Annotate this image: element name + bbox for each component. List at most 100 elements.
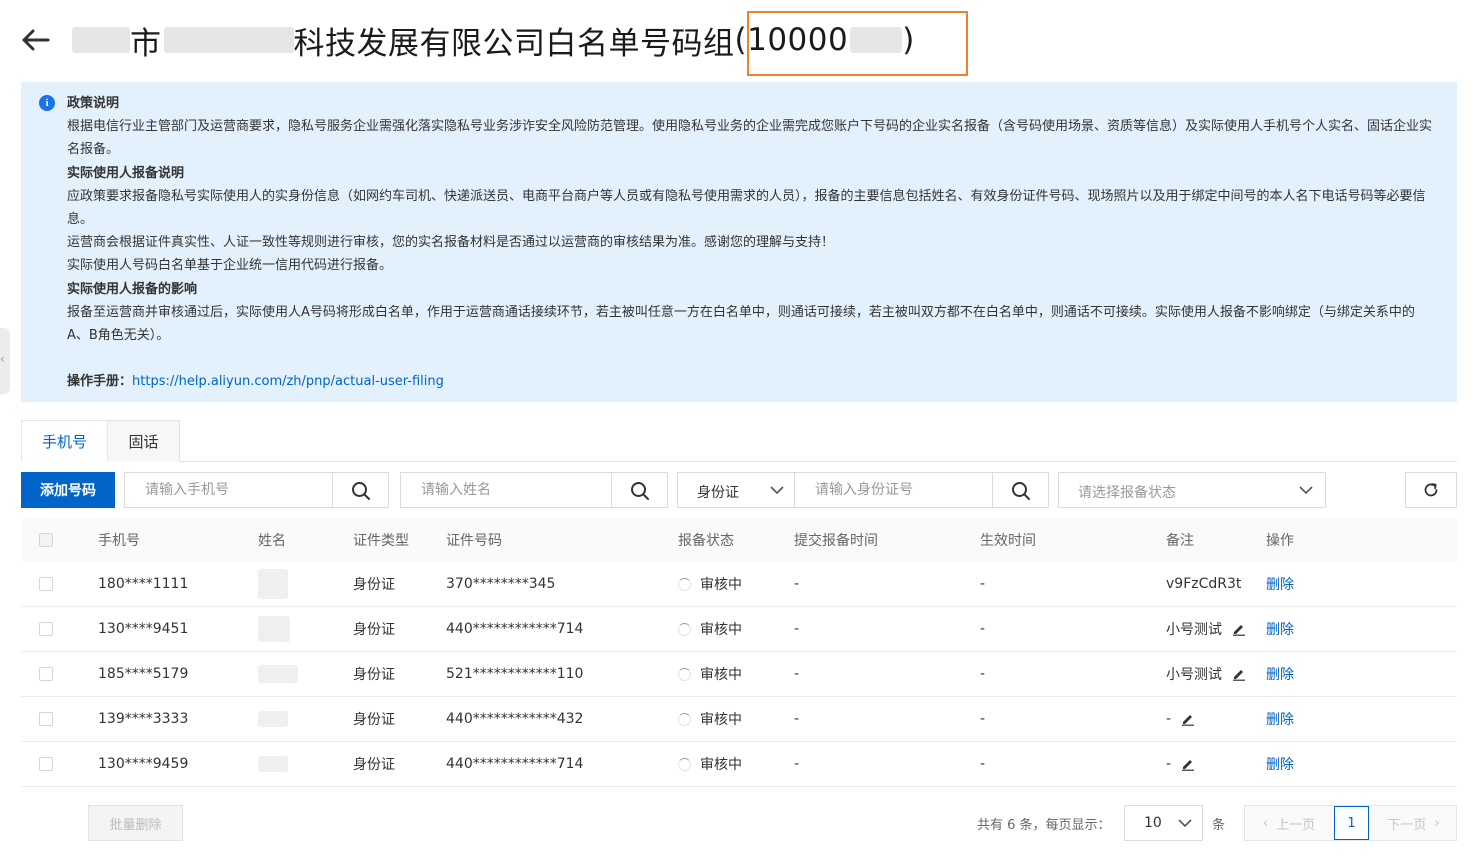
tab-bar: 手机号 固话 — [21, 420, 1457, 462]
edit-icon[interactable] — [1232, 667, 1246, 681]
notice-paragraph: 根据电信行业主管部门及运营商要求，隐私号服务企业需强化落实隐私号业务涉诈安全风险… — [67, 119, 1433, 158]
row-checkbox[interactable] — [39, 757, 53, 771]
notice-paragraph: 实际使用人号码白名单基于企业统一信用代码进行报备。 — [67, 258, 393, 274]
tab-fixed-line[interactable]: 固话 — [108, 420, 180, 462]
notice-heading: 实际使用人报备说明 — [67, 165, 185, 181]
batch-delete-button[interactable]: 批量删除 — [88, 805, 183, 841]
notice-paragraph: 应政策要求报备隐私号实际使用人的实身份信息（如网约车司机、快递派送员、电商平台商… — [67, 188, 1426, 228]
policy-notice: i 政策说明 根据电信行业主管部门及运营商要求，隐私号服务企业需强化落实隐私号业… — [21, 82, 1457, 402]
cell-phone: 180****1111 — [98, 576, 189, 592]
current-page-button[interactable]: 1 — [1334, 806, 1369, 840]
edit-icon[interactable] — [1181, 712, 1195, 726]
delete-link[interactable]: 删除 — [1266, 754, 1294, 774]
back-arrow-icon[interactable] — [18, 24, 52, 56]
select-all-checkbox[interactable] — [39, 533, 53, 547]
cell-submit-time: - — [794, 576, 800, 592]
cell-effect-time: - — [980, 711, 986, 727]
table-row: 139****3333 身份证 440************432 审核中 -… — [21, 697, 1457, 742]
cell-id-number: 440************714 — [446, 756, 584, 772]
cell-effect-time: - — [980, 576, 986, 592]
cell-submit-time: - — [794, 666, 800, 682]
total-count-text: 共有 6 条，每页显示： — [977, 818, 1111, 833]
delete-link[interactable]: 删除 — [1266, 574, 1294, 594]
table-row: 185****5179 身份证 521************110 审核中 -… — [21, 652, 1457, 697]
id-search-input[interactable] — [795, 473, 993, 507]
header-name: 姓名 — [258, 533, 286, 549]
cell-remark: 小号测试 — [1166, 622, 1222, 638]
search-icon — [352, 482, 370, 500]
table-row: 130****9451 身份证 440************714 审核中 -… — [21, 607, 1457, 652]
page-header: 市 科技发展有限公司白名单号码组 (10000 ) — [0, 0, 1475, 80]
table-row: 130****9459 身份证 440************714 审核中 -… — [21, 742, 1457, 787]
id-type-select[interactable]: 身份证 — [677, 472, 795, 508]
notice-body: 政策说明 根据电信行业主管部门及运营商要求，隐私号服务企业需强化落实隐私号业务涉… — [67, 92, 1432, 393]
add-number-button[interactable]: 添加号码 — [21, 472, 115, 508]
edit-icon[interactable] — [1181, 757, 1195, 771]
table-header-row: 手机号 姓名 证件类型 证件号码 报备状态 提交报备时间 生效时间 备注 操作 — [21, 518, 1457, 562]
filing-status-select[interactable]: 请选择报备状态 — [1058, 472, 1326, 508]
status-badge: 审核中 — [678, 619, 742, 639]
page-size-select[interactable]: 10 — [1124, 805, 1203, 841]
row-checkbox[interactable] — [39, 577, 53, 591]
phone-search-button[interactable] — [332, 473, 388, 507]
redacted-block — [163, 27, 294, 53]
status-badge: 审核中 — [678, 664, 742, 684]
row-checkbox[interactable] — [39, 712, 53, 726]
cell-remark: 小号测试 — [1166, 667, 1222, 683]
manual-row: 操作手册：https://help.aliyun.com/zh/pnp/actu… — [67, 370, 1432, 393]
name-search-button[interactable] — [611, 473, 667, 507]
phone-search — [124, 472, 389, 508]
cell-id-type: 身份证 — [353, 622, 395, 638]
next-page-button[interactable]: 下一页 › — [1370, 806, 1457, 840]
header-submit-time: 提交报备时间 — [794, 533, 878, 549]
cell-id-type: 身份证 — [353, 577, 395, 593]
sidebar-collapse-handle[interactable]: ‹ — [0, 328, 10, 394]
tab-mobile[interactable]: 手机号 — [21, 420, 108, 462]
id-search-button[interactable] — [992, 473, 1048, 507]
row-checkbox[interactable] — [39, 622, 53, 636]
cell-submit-time: - — [794, 621, 800, 637]
redacted-block — [72, 27, 130, 53]
delete-link[interactable]: 删除 — [1266, 619, 1294, 639]
notice-paragraph: 报备至运营商并审核通过后，实际使用人A号码将形成白名单，作用于运营商通话接续环节… — [67, 304, 1415, 344]
delete-link[interactable]: 删除 — [1266, 664, 1294, 684]
page-size-unit: 条 — [1212, 818, 1226, 833]
chevron-down-icon — [770, 486, 784, 495]
loading-icon — [678, 757, 691, 771]
header-id-number: 证件号码 — [446, 533, 502, 549]
redacted-name — [258, 711, 288, 727]
status-badge: 审核中 — [678, 709, 742, 729]
cell-remark: - — [1166, 756, 1172, 772]
header-status: 报备状态 — [678, 533, 734, 549]
prev-page-button[interactable]: ‹ 上一页 — [1245, 806, 1333, 840]
title-text: 科技发展有限公司白名单号码组 — [293, 25, 735, 62]
name-search — [400, 472, 668, 508]
phone-search-input[interactable] — [125, 473, 335, 507]
manual-link[interactable]: https://help.aliyun.com/zh/pnp/actual-us… — [132, 374, 444, 389]
notice-paragraph: 运营商会根据证件真实性、人证一致性等规则进行审核，您的实名报备材料是否通过以运营… — [67, 235, 835, 251]
cell-phone: 139****3333 — [98, 711, 189, 727]
cell-id-type: 身份证 — [353, 667, 395, 683]
delete-link[interactable]: 删除 — [1266, 709, 1294, 729]
cell-phone: 130****9451 — [98, 621, 189, 637]
name-search-input[interactable] — [401, 473, 613, 507]
status-badge: 审核中 — [678, 574, 742, 594]
redacted-name — [258, 616, 290, 642]
cell-effect-time: - — [980, 756, 986, 772]
refresh-button[interactable] — [1405, 472, 1457, 508]
header-phone: 手机号 — [98, 533, 140, 549]
chevron-down-icon — [1299, 486, 1313, 495]
loading-icon — [678, 712, 691, 726]
row-checkbox[interactable] — [39, 667, 53, 681]
loading-icon — [678, 622, 691, 636]
info-icon: i — [39, 95, 55, 111]
cell-effect-time: - — [980, 666, 986, 682]
cell-id-number: 440************714 — [446, 621, 584, 637]
header-action: 操作 — [1266, 533, 1294, 549]
chevron-down-icon — [1178, 819, 1192, 828]
cell-phone: 130****9459 — [98, 756, 189, 772]
edit-icon[interactable] — [1232, 622, 1246, 636]
page-size-value: 10 — [1144, 815, 1162, 831]
status-placeholder: 请选择报备状态 — [1078, 485, 1176, 501]
cell-id-type: 身份证 — [353, 712, 395, 728]
